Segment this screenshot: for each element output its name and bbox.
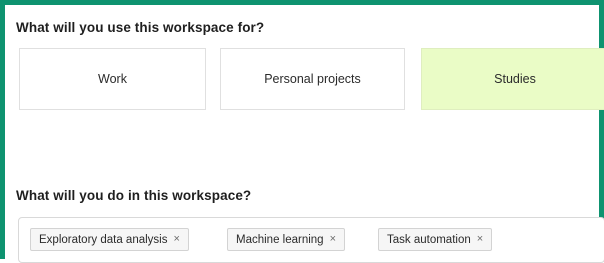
option-work-label: Work <box>98 72 127 86</box>
option-studies[interactable]: Studies <box>421 48 604 110</box>
tag-machine-learning: Machine learning × <box>227 228 346 251</box>
do-question-heading: What will you do in this workspace? <box>16 188 252 203</box>
option-personal-projects[interactable]: Personal projects <box>220 48 405 110</box>
activities-tag-input[interactable]: Exploratory data analysis × Machine lear… <box>18 217 604 263</box>
use-options-group: Work Personal projects Studies <box>19 48 604 112</box>
remove-tag-icon[interactable]: × <box>330 234 336 245</box>
tag-task-automation: Task automation × <box>378 228 493 251</box>
option-studies-label: Studies <box>494 72 536 86</box>
tag-label: Machine learning <box>236 233 324 246</box>
tag-exploratory-data-analysis: Exploratory data analysis × <box>30 228 189 251</box>
use-question-heading: What will you use this workspace for? <box>16 20 265 35</box>
workspace-setup-panel: What will you use this workspace for? Wo… <box>0 0 604 263</box>
option-work[interactable]: Work <box>19 48 206 110</box>
tag-label: Task automation <box>387 233 471 246</box>
remove-tag-icon[interactable]: × <box>477 234 483 245</box>
tag-label: Exploratory data analysis <box>39 233 168 246</box>
remove-tag-icon[interactable]: × <box>173 234 179 245</box>
option-personal-projects-label: Personal projects <box>264 72 361 86</box>
